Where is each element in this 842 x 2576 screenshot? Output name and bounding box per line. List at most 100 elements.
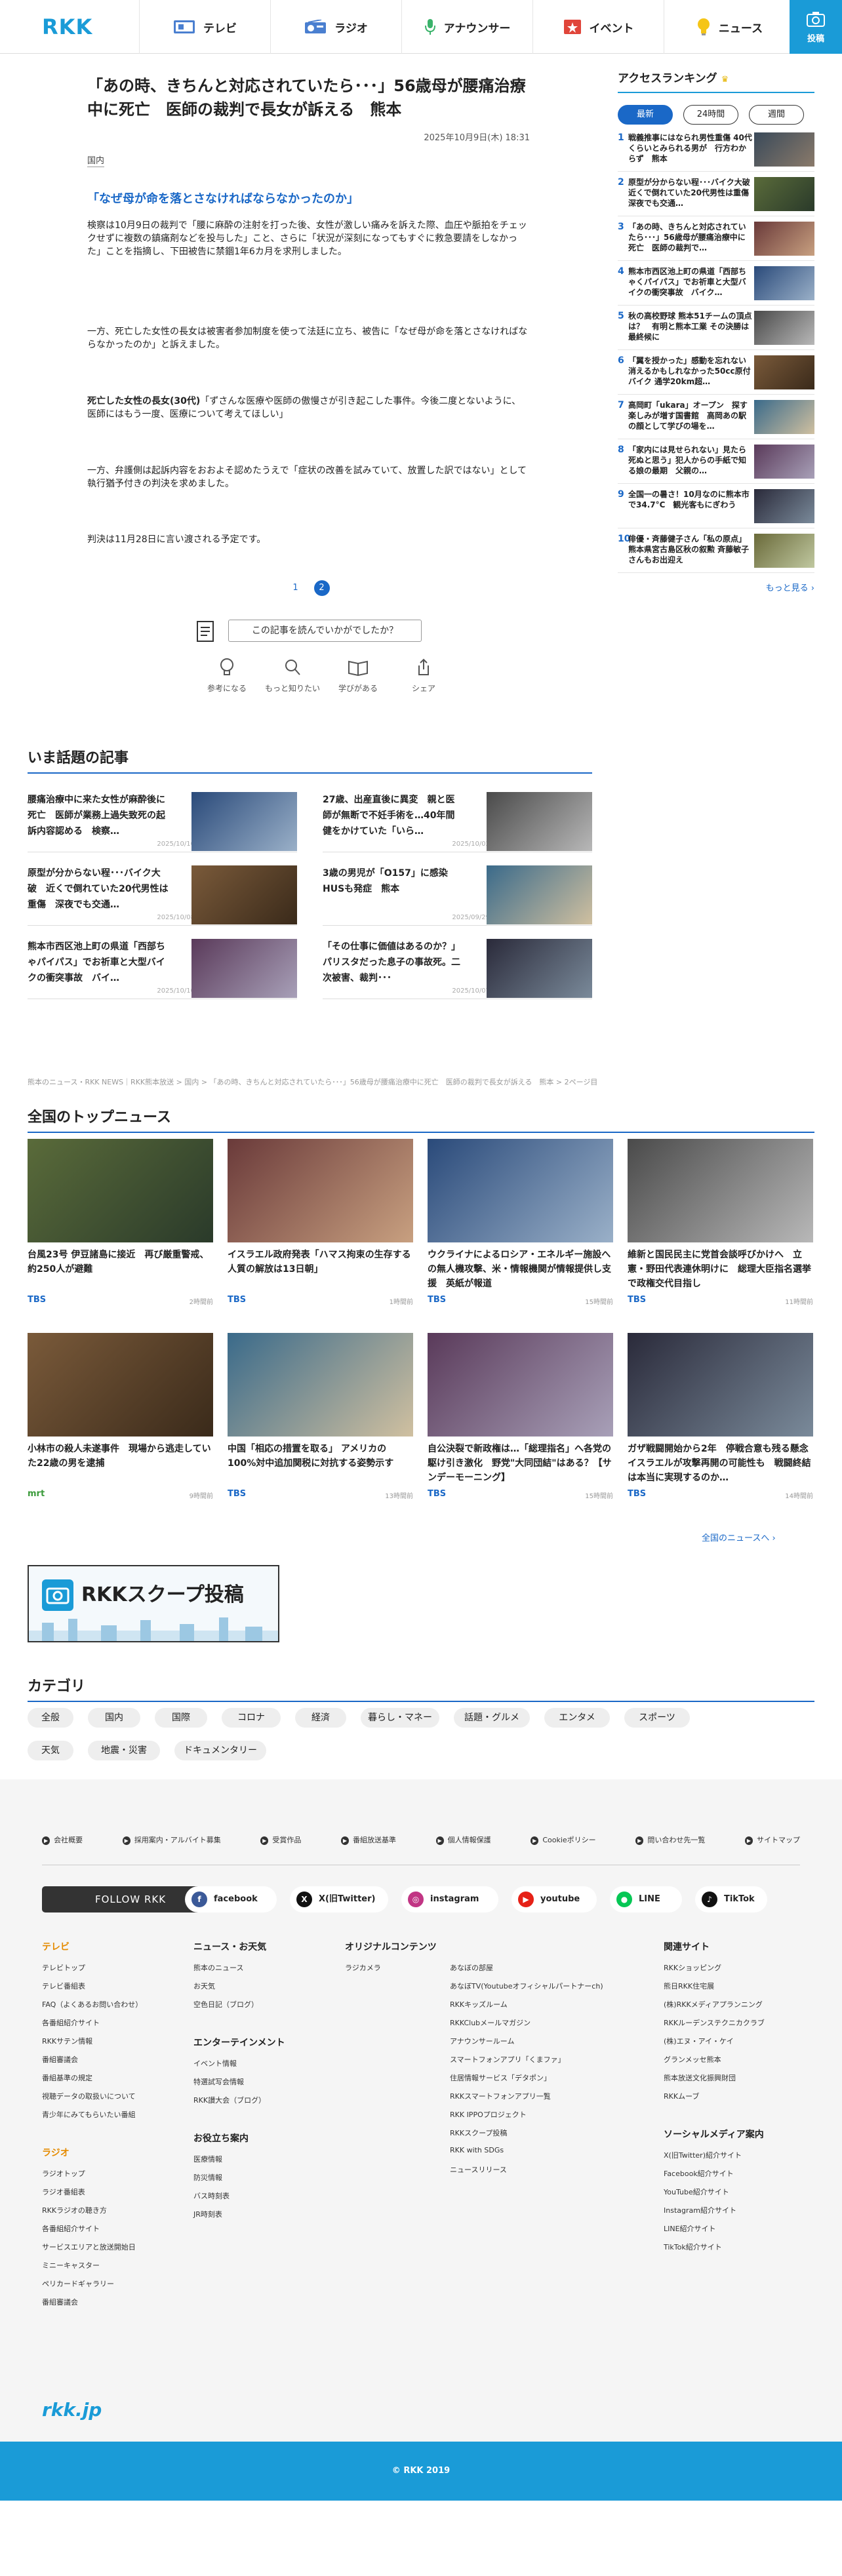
ranking-item[interactable]: 3 「あの時、きちんと対応されていたら･･･」56歳母が腰痛治療中に死亡 医師の裁…	[618, 216, 814, 261]
footer-link[interactable]: 空色日記（ブログ）	[193, 1999, 285, 2017]
footer-link[interactable]: 受賞作品	[260, 1834, 301, 1845]
ranking-more-link[interactable]: もっと見る ›	[618, 581, 814, 593]
sns-youtube[interactable]: ▶ youtube	[511, 1886, 597, 1912]
category-chip[interactable]: コロナ	[222, 1708, 281, 1728]
footer-link[interactable]: ミニーキャスター	[42, 2260, 142, 2278]
footer-link[interactable]: テレビトップ	[42, 1962, 142, 1981]
news-card-image[interactable]	[428, 1333, 613, 1437]
footer-link[interactable]: アナウンサールーム	[450, 2036, 603, 2054]
category-chip[interactable]: 国内	[88, 1708, 140, 1728]
footer-link[interactable]: FAQ（よくあるお問い合わせ）	[42, 1999, 142, 2017]
sns-tiktok[interactable]: ♪ TikTok	[695, 1886, 767, 1912]
footer-link[interactable]: Facebook紹介サイト	[664, 2168, 765, 2187]
ranking-item[interactable]: 5 秋の高校野球 熊本51チームの頂点は？ 有明と熊本工業 その決勝は最終候に	[618, 306, 814, 350]
reaction-share[interactable]: シェア	[391, 658, 456, 694]
reaction-learned[interactable]: 学びがある	[325, 658, 391, 694]
footer-link[interactable]: 防災情報	[193, 2172, 285, 2190]
footer-link[interactable]: X(旧Twitter)紹介サイト	[664, 2150, 765, 2168]
footer-link[interactable]: ラジオ番組表	[42, 2187, 142, 2205]
category-chip[interactable]: ドキュメンタリー	[174, 1741, 266, 1760]
footer-link[interactable]: サービスエリアと放送開始日	[42, 2242, 142, 2260]
ranking-thumbnail[interactable]	[754, 534, 814, 568]
footer-link[interactable]: 視聴データの取扱いについて	[42, 2091, 142, 2109]
footer-link[interactable]: 採用案内・アルバイト募集	[123, 1834, 221, 1845]
footer-logo[interactable]: rkk.jp	[42, 2399, 102, 2421]
footer-link[interactable]: RKKClubメールマガジン	[450, 2017, 603, 2036]
footer-link[interactable]: TikTok紹介サイト	[664, 2242, 765, 2260]
ranking-thumbnail[interactable]	[754, 311, 814, 345]
site-logo[interactable]: RKK	[42, 14, 92, 39]
footer-link[interactable]: Instagram紹介サイト	[664, 2205, 765, 2223]
ranking-item[interactable]: 7 高岡町「ukara」オープン 探す楽しみが増す国書館 高岡あの駅の顔として学び…	[618, 395, 814, 439]
footer-link[interactable]: バス時刻表	[193, 2190, 285, 2209]
footer-link[interactable]: RKKムーブ	[664, 2091, 765, 2109]
footer-link[interactable]: 番組放送基準	[341, 1834, 396, 1845]
ranking-item[interactable]: 6 「翼を授かった」感動を忘れない 消えるかもしれなかった50cc原付バイク 通学…	[618, 350, 814, 395]
hot-article[interactable]: 原型が分からない程･･･バイク大破 近くで倒れていた20代男性は重傷 深夜でも交…	[28, 865, 297, 926]
hot-article-thumbnail[interactable]	[191, 792, 297, 851]
footer-link[interactable]: 医療情報	[193, 2154, 285, 2172]
news-card-image[interactable]	[628, 1139, 813, 1242]
news-card-image[interactable]	[228, 1139, 413, 1242]
footer-link[interactable]: ペリカードギャラリー	[42, 2278, 142, 2297]
footer-link[interactable]: グランメッセ熊本	[664, 2054, 765, 2072]
hot-article-thumbnail[interactable]	[487, 792, 592, 851]
footer-link[interactable]: RKKスマートフォンアプリ一覧	[450, 2091, 603, 2109]
footer-link[interactable]: (株)エヌ・アイ・ケイ	[664, 2036, 765, 2054]
sns-line[interactable]: ● LINE	[610, 1886, 682, 1912]
footer-link[interactable]: 番組基準の規定	[42, 2072, 142, 2091]
ranking-thumbnail[interactable]	[754, 445, 814, 479]
footer-link[interactable]: RKK IPPOプロジェクト	[450, 2109, 603, 2128]
nav-radio[interactable]: ラジオ	[270, 0, 401, 54]
footer-link[interactable]: 問い合わせ先一覧	[635, 1834, 705, 1845]
footer-link[interactable]: RKKショッピング	[664, 1962, 765, 1981]
news-card[interactable]: ウクライナによるロシア・エネルギー施設への無人機攻撃、米・情報機関が情報提供し支…	[428, 1139, 613, 1306]
category-chip[interactable]: スポーツ	[624, 1708, 690, 1728]
ranking-item[interactable]: 2 原型が分からない程･･･バイク大破 近くで倒れていた20代男性は重傷 深夜でも…	[618, 172, 814, 216]
post-button[interactable]: 投稿	[790, 0, 842, 54]
reaction-want-more[interactable]: もっと知りたい	[260, 658, 325, 694]
news-card-image[interactable]	[28, 1333, 213, 1437]
news-card[interactable]: イスラエル政府発表「ハマス拘束の生存する人質の解放は13日朝」 TBS 1時間前	[228, 1139, 413, 1306]
hot-article-thumbnail[interactable]	[487, 939, 592, 998]
sns-xtwitter[interactable]: X X(旧Twitter)	[290, 1886, 388, 1912]
footer-link[interactable]: RKKサテン情報	[42, 2036, 142, 2054]
category-chip[interactable]: 話題・グルメ	[454, 1708, 530, 1728]
footer-link[interactable]: イベント情報	[193, 2058, 285, 2076]
hot-article[interactable]: 3歳の男児が「O157」に感染 HUSも発症 熊本 2025/09/29	[323, 865, 592, 926]
news-card-image[interactable]	[228, 1333, 413, 1437]
ranking-item[interactable]: 8 「家内には見せられない」見たら死ぬと思う」犯人からの手紙で知る娘の最期 父親の…	[618, 439, 814, 484]
footer-link[interactable]: Cookieポリシー	[531, 1834, 595, 1845]
category-chip[interactable]: 天気	[28, 1741, 73, 1760]
page-link-1[interactable]: 1	[288, 580, 304, 596]
ranking-item[interactable]: 9 全国一の暑さ！10月なのに熊本市で34.7°C 観光客もにぎわう	[618, 484, 814, 528]
nav-news[interactable]: ニュース	[664, 0, 795, 54]
hot-article[interactable]: 熊本市西区池上町の県道「西部ちゃパイパス」でお祈車と大型バイクの衝突事故 バイ……	[28, 939, 297, 999]
news-card-image[interactable]	[628, 1333, 813, 1437]
footer-link[interactable]: サイトマップ	[745, 1834, 800, 1845]
hot-article-thumbnail[interactable]	[191, 865, 297, 924]
ranking-item[interactable]: 4 熊本市西区池上町の県道「西部ちゃくパイパス」でお祈車と大型バイクの衝突事故 バ…	[618, 261, 814, 306]
news-card[interactable]: 自公決裂で新政権は…「総理指名」へ各党の駆け引き激化 野党"大同団結"はある？【…	[428, 1333, 613, 1500]
nav-event[interactable]: イベント	[532, 0, 664, 54]
category-chip[interactable]: 全般	[28, 1708, 73, 1728]
hot-article[interactable]: 腰痛治療中に来た女性が麻酔後に死亡 医師が業務上過失致死の起訴内容認める 検察……	[28, 792, 297, 852]
news-card[interactable]: ガザ戦闘開始から2年 停戦合意も残る懸念 イスラエルが攻撃再開の可能性も 戦闘終…	[628, 1333, 813, 1500]
news-card[interactable]: 小林市の殺人未遂事件 現場から逃走していた22歳の男を逮捕 mrt 9時間前	[28, 1333, 213, 1500]
footer-link[interactable]: 各番組紹介サイト	[42, 2017, 142, 2036]
ranking-item[interactable]: 1 戦義推事にはなられ男性重傷 40代くらいとみられる男が 行方わからず 熊本	[618, 127, 814, 172]
ranking-item[interactable]: 10 俳優・斉藤健子さん「私の原点」熊本県宮古島区秋の叙勲 斉藤敏子さんもお出迎え	[618, 528, 814, 573]
tab-24h[interactable]: 24時間	[683, 105, 738, 125]
news-card[interactable]: 台風23号 伊豆諸島に接近 再び厳重警戒、約250人が避難 TBS 2時間前	[28, 1139, 213, 1306]
hot-article-thumbnail[interactable]	[191, 939, 297, 998]
footer-link[interactable]: 熊本放送文化振興財団	[664, 2072, 765, 2091]
nav-announcer[interactable]: アナウンサー	[401, 0, 532, 54]
ranking-thumbnail[interactable]	[754, 400, 814, 434]
news-card-image[interactable]	[28, 1139, 213, 1242]
news-card[interactable]: 維新と国民民主に党首会談呼びかけへ 立憲・野田代表連休明けに 総理大臣指名選挙で…	[628, 1139, 813, 1306]
category-chip[interactable]: 国際	[155, 1708, 207, 1728]
footer-link[interactable]: JR時刻表	[193, 2209, 285, 2227]
hot-article[interactable]: 「その仕事に価値はあるのか？」パリスタだった息子の事故死。二次被害、裁判･･･ 2…	[323, 939, 592, 999]
ranking-thumbnail[interactable]	[754, 132, 814, 167]
footer-link[interactable]: 熊日RKK住宅展	[664, 1981, 765, 1999]
